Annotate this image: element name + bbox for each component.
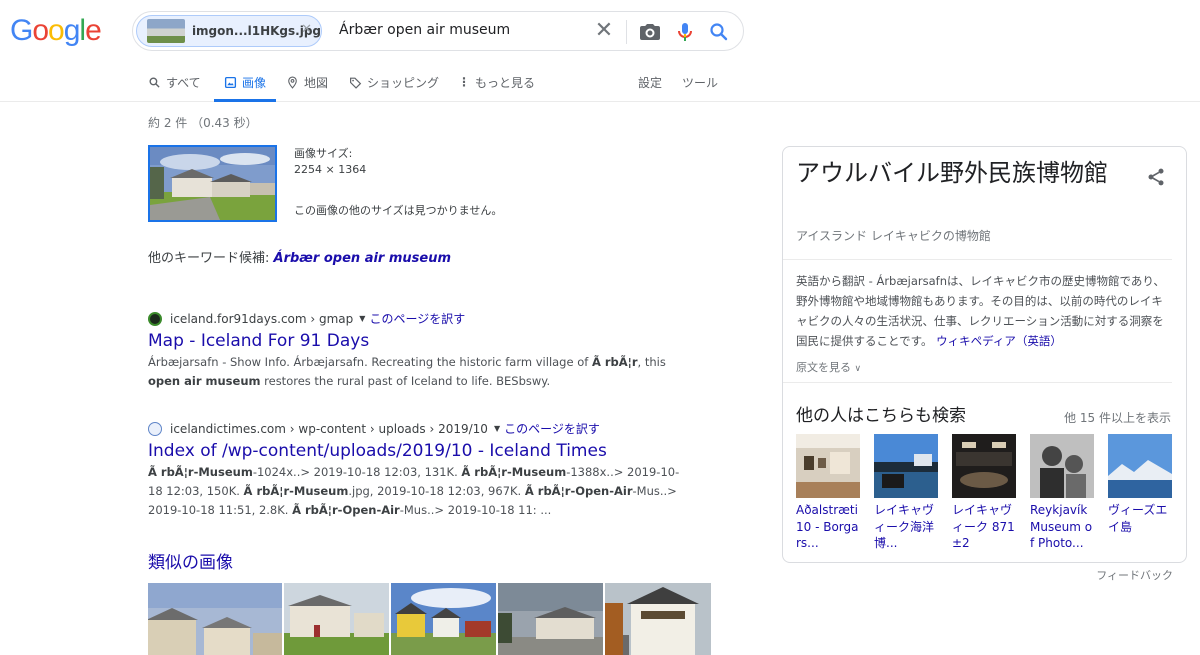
search-image-chip[interactable]: imgon...l1HKgs.jpg ✕: [136, 15, 322, 47]
entity-image: [796, 434, 860, 498]
tab-label: 画像: [242, 75, 267, 90]
settings-link[interactable]: 設定: [638, 74, 662, 91]
similar-image[interactable]: [391, 583, 496, 655]
result-snippet: Ã rbÃ¦r-Museum-1024x..> 2019-10-18 12:03…: [148, 465, 680, 517]
similar-image[interactable]: [284, 583, 389, 655]
entity-label: レイキャヴィーク海洋博...: [874, 503, 935, 550]
result-breadcrumb-row: icelandictimes.com › wp-content › upload…: [148, 420, 688, 437]
tab-label: もっと見る: [475, 75, 536, 90]
microphone-icon[interactable]: [673, 20, 697, 44]
search-box[interactable]: imgon...l1HKgs.jpg ✕ Árbær open air muse…: [132, 11, 744, 51]
entity-image: [952, 434, 1016, 498]
tab-label: ショッピング: [367, 75, 440, 90]
entity-label: Aðalstræti 10 - Borgars...: [796, 503, 859, 550]
result-title[interactable]: Index of /wp-content/uploads/2019/10 - I…: [148, 441, 688, 461]
similar-image[interactable]: [148, 583, 282, 655]
related-entity[interactable]: レイキャヴィーク 871±2: [952, 434, 1016, 552]
clear-icon[interactable]: ✕: [592, 20, 616, 44]
similar-images-heading[interactable]: 類似の画像: [148, 548, 233, 573]
no-other-sizes-text: この画像の他のサイズは見つかりません。: [294, 204, 503, 217]
entity-image: [874, 434, 938, 498]
chevron-down-icon: ∨: [854, 364, 862, 374]
result-snippet: Árbæjarsafn - Show Info. Árbæjarsafn. Re…: [148, 355, 666, 388]
tab-label: 地図: [304, 75, 329, 90]
search-tabs: すべて 画像 地図 ショッピング ⋮ もっと見る: [0, 62, 1200, 102]
image-size-value: 2254 × 1364: [294, 163, 367, 176]
show-original-toggle[interactable]: 原文を見る ∨: [796, 359, 861, 375]
people-also-search-heading: 他の人はこちらも検索: [796, 406, 966, 426]
translate-link[interactable]: このページを訳す: [369, 310, 465, 327]
similar-images-row: [148, 583, 711, 655]
tools-link[interactable]: ツール: [682, 74, 718, 91]
tab-images[interactable]: 画像: [214, 62, 277, 102]
kp-subtitle: アイスランド レイキャビクの博物館: [796, 229, 991, 243]
divider: [783, 382, 1172, 383]
translate-link[interactable]: このページを訳す: [504, 420, 600, 437]
show-more-link[interactable]: 他 15 件以上を表示: [1064, 409, 1171, 426]
entity-image: [1030, 434, 1094, 498]
globe-icon: [148, 421, 162, 436]
more-vert-icon: ⋮: [458, 75, 470, 89]
result-breadcrumb-row: iceland.for91days.com › gmap ▼ このページを訳す: [148, 310, 688, 327]
google-logo[interactable]: Google: [10, 14, 102, 48]
map-pin-icon: [288, 76, 297, 89]
image-size-label: 画像サイズ:: [294, 147, 353, 160]
feedback-link[interactable]: フィードバック: [1096, 567, 1173, 583]
search-result: iceland.for91days.com › gmap ▼ このページを訳す …: [148, 310, 688, 391]
tab-maps[interactable]: 地図: [286, 62, 328, 102]
wikipedia-link[interactable]: ウィキペディア（英語）: [936, 334, 1062, 348]
query-image[interactable]: [148, 145, 277, 222]
entity-label: ヴィーズエイ島: [1108, 503, 1168, 534]
entity-label: Reykjavík Museum of Photo...: [1030, 503, 1093, 550]
keyword-link[interactable]: Árbær open air museum: [274, 251, 452, 266]
tab-more[interactable]: ⋮ もっと見る: [458, 62, 535, 102]
result-title[interactable]: Map - Iceland For 91 Days: [148, 331, 688, 351]
divider: [783, 259, 1172, 260]
entity-label: レイキャヴィーク 871±2: [952, 503, 1015, 550]
related-entity[interactable]: Reykjavík Museum of Photo...: [1030, 434, 1094, 552]
result-stats: 約 2 件 （0.43 秒）: [148, 116, 258, 130]
caret-down-icon[interactable]: ▼: [359, 314, 365, 323]
related-entity[interactable]: レイキャヴィーク海洋博...: [874, 434, 938, 552]
search-icon: [149, 76, 160, 88]
search-result: icelandictimes.com › wp-content › upload…: [148, 420, 688, 520]
similar-image[interactable]: [605, 583, 711, 655]
site-favicon-icon: [148, 311, 162, 326]
tag-icon: [350, 77, 362, 89]
keyword-suggestion: 他のキーワード候補: Árbær open air museum: [148, 247, 451, 266]
share-icon[interactable]: [1146, 167, 1166, 191]
related-entity[interactable]: Aðalstræti 10 - Borgars...: [796, 434, 860, 552]
related-entity[interactable]: ヴィーズエイ島: [1108, 434, 1172, 552]
keyword-label: 他のキーワード候補:: [148, 251, 270, 266]
chip-thumbnail: [147, 19, 185, 43]
entity-image: [1108, 434, 1172, 498]
tab-shopping[interactable]: ショッピング: [349, 62, 439, 102]
search-input[interactable]: Árbær open air museum: [339, 22, 510, 38]
chip-close-icon[interactable]: ✕: [301, 22, 312, 37]
related-entities: Aðalstræti 10 - Borgars... レイキャヴィーク海洋博..…: [796, 434, 1172, 552]
tab-label: すべて: [166, 75, 201, 90]
camera-icon[interactable]: [638, 20, 662, 44]
kp-description: 英語から翻訳 - Árbæjarsafnは、レイキャビク市の歴史博物館であり、野…: [796, 274, 1165, 348]
result-breadcrumb[interactable]: iceland.for91days.com › gmap: [170, 312, 353, 326]
kp-title: アウルバイル野外民族博物館: [796, 159, 1108, 187]
similar-image[interactable]: [498, 583, 603, 655]
caret-down-icon[interactable]: ▼: [494, 424, 500, 433]
search-icon[interactable]: [707, 20, 731, 44]
image-icon: [224, 76, 237, 88]
tab-all[interactable]: すべて: [148, 62, 201, 102]
divider: [626, 20, 627, 44]
result-breadcrumb[interactable]: icelandictimes.com › wp-content › upload…: [170, 422, 488, 436]
knowledge-panel: アウルバイル野外民族博物館 アイスランド レイキャビクの博物館 英語から翻訳 -…: [782, 146, 1187, 563]
image-size-info: 画像サイズ: 2254 × 1364: [294, 146, 366, 178]
